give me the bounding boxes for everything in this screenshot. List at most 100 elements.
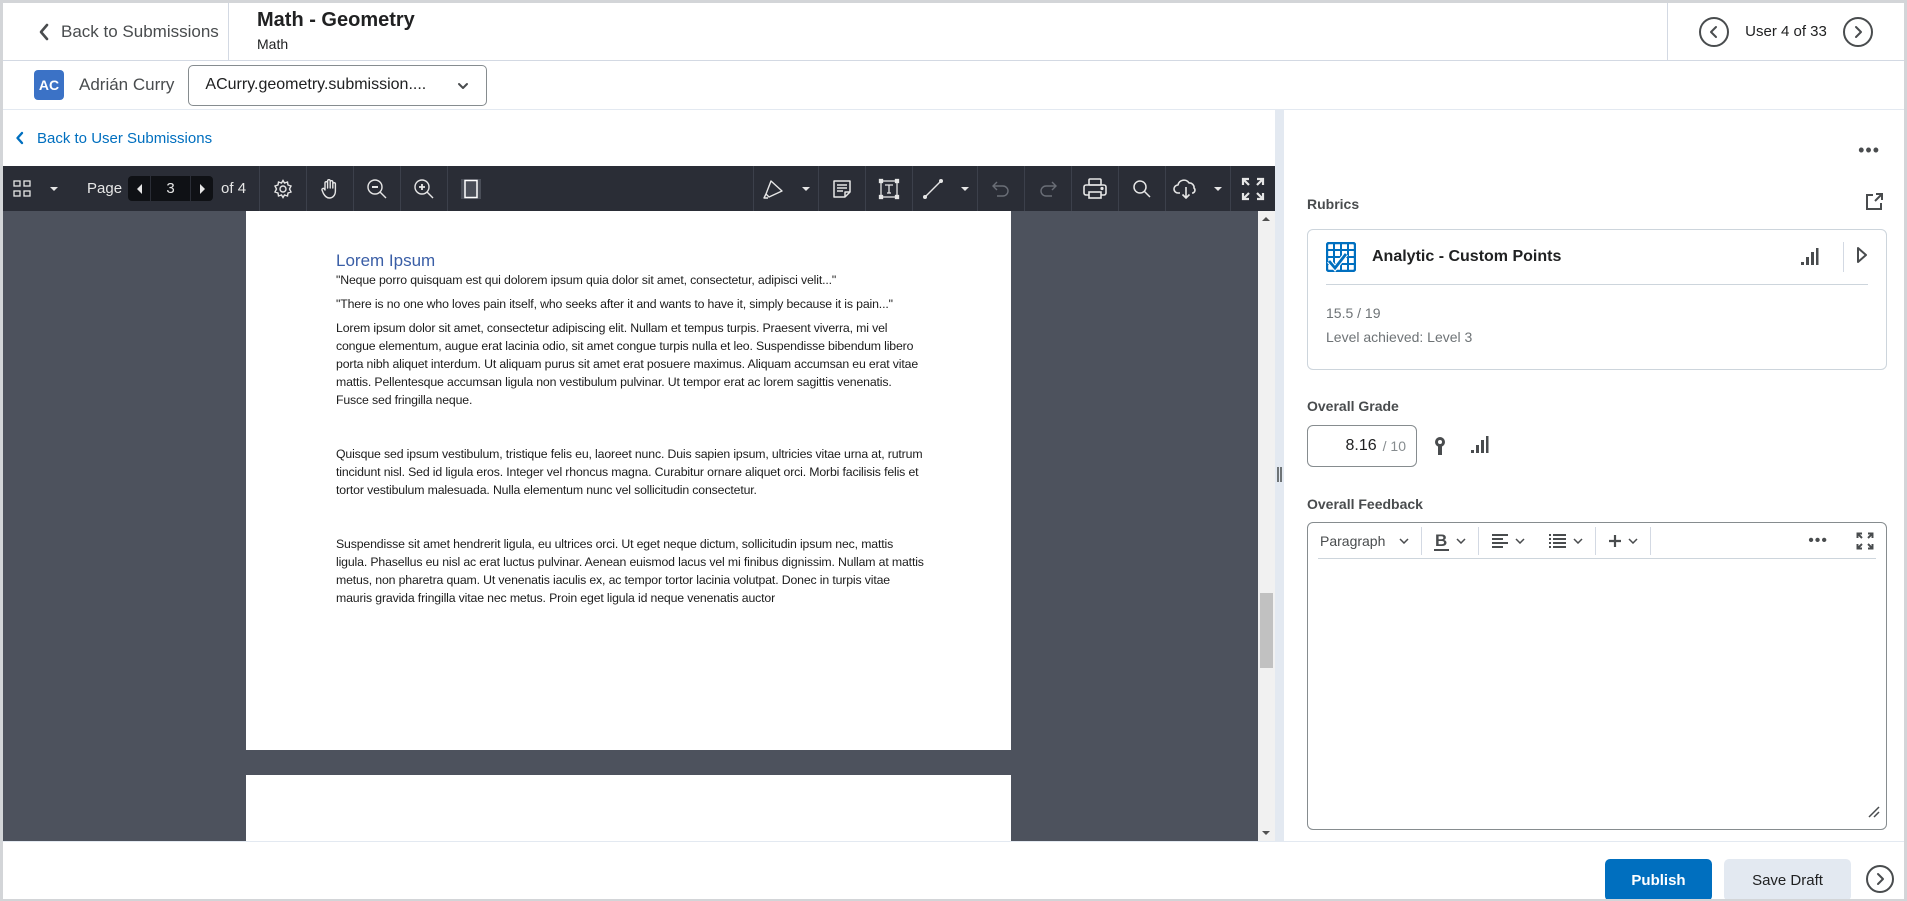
panel-resize-splitter[interactable] — [1275, 110, 1284, 841]
document-content: Lorem Ipsum "Neque porro quisquam est qu… — [336, 251, 926, 613]
undo-icon — [992, 181, 1009, 197]
previous-page-button[interactable] — [128, 176, 150, 201]
back-to-submissions-link[interactable]: Back to Submissions — [3, 3, 229, 61]
viewer-scrollbar[interactable] — [1258, 211, 1275, 841]
grade-statistics-button[interactable] — [1469, 436, 1489, 459]
editor-fullscreen-button[interactable] — [1850, 527, 1876, 555]
publish-button[interactable]: Publish — [1605, 859, 1712, 899]
page-navigator: 3 — [128, 176, 214, 201]
pan-tool-button[interactable] — [307, 166, 353, 211]
rubric-name: Analytic - Custom Points — [1372, 248, 1562, 265]
next-student-button[interactable] — [1866, 865, 1894, 893]
next-page-button[interactable] — [191, 176, 213, 201]
print-icon — [1083, 177, 1107, 199]
resize-handle-icon[interactable] — [1868, 805, 1880, 823]
scrollbar-thumb[interactable] — [1260, 593, 1273, 668]
zoom-out-button[interactable] — [354, 166, 400, 211]
highlighter-button[interactable] — [754, 166, 794, 211]
splitter-grip-icon[interactable] — [1277, 467, 1282, 482]
grading-panel: ••• Rubrics Analytic - Custom Points 15.… — [1284, 110, 1904, 841]
next-user-button[interactable] — [1842, 16, 1873, 47]
popout-icon — [1866, 193, 1883, 210]
app-frame: Back to Submissions Math - Geometry Math… — [0, 0, 1907, 901]
caret-right-outline-icon — [1857, 246, 1867, 263]
line-icon — [923, 178, 943, 199]
print-button[interactable] — [1072, 166, 1118, 211]
rubric-statistics-button[interactable] — [1789, 248, 1829, 266]
rubric-expand-button[interactable] — [1856, 246, 1868, 269]
search-button[interactable] — [1119, 166, 1165, 211]
save-draft-button[interactable]: Save Draft — [1724, 859, 1851, 899]
download-button[interactable] — [1166, 166, 1206, 211]
fullscreen-icon — [1856, 532, 1874, 549]
course-subtitle: Math — [257, 36, 289, 52]
back-to-submissions-label: Back to Submissions — [61, 22, 219, 41]
dropdown-caret-icon — [802, 186, 810, 191]
zoom-in-button[interactable] — [401, 166, 447, 211]
more-options-button[interactable]: ••• — [1858, 140, 1880, 161]
scroll-down-arrow-icon[interactable] — [1262, 831, 1270, 835]
page-number-input[interactable]: 3 — [150, 176, 192, 201]
dropdown-caret-icon — [1214, 186, 1222, 191]
grade-scheme-button[interactable] — [1433, 436, 1447, 461]
align-button[interactable] — [1479, 527, 1537, 555]
bold-icon: B — [1434, 531, 1450, 551]
insert-button[interactable] — [1596, 527, 1650, 555]
chevron-left-icon — [1710, 25, 1718, 38]
document-viewer[interactable]: Lorem Ipsum "Neque porro quisquam est qu… — [3, 211, 1258, 841]
rubrics-label: Rubrics — [1307, 196, 1360, 212]
text-box-button[interactable] — [866, 166, 912, 211]
note-button[interactable] — [819, 166, 865, 211]
chevron-down-icon — [1399, 537, 1409, 544]
thumbnails-icon — [13, 179, 31, 197]
svg-text:B: B — [1435, 531, 1447, 550]
thumbnails-button[interactable] — [3, 166, 41, 211]
document-paragraph: Lorem ipsum dolor sit amet, consectetur … — [336, 321, 919, 407]
paragraph-format-value: Paragraph — [1320, 532, 1386, 549]
chevron-down-icon — [1515, 537, 1525, 544]
popout-rubrics-button[interactable] — [1864, 192, 1884, 217]
rubric-header: Analytic - Custom Points — [1326, 230, 1868, 285]
pdf-page: Lorem Ipsum "Neque porro quisquam est qu… — [246, 211, 1011, 750]
user-row: AC Adrián Curry ACurry.geometry.submissi… — [3, 61, 1904, 110]
settings-button[interactable] — [260, 166, 306, 211]
fullscreen-button[interactable] — [1231, 166, 1275, 211]
chevron-right-icon — [1854, 25, 1862, 38]
search-icon — [1133, 179, 1151, 198]
list-button[interactable] — [1537, 527, 1595, 555]
thumbnails-menu-button[interactable] — [41, 166, 67, 211]
page-view-icon — [461, 178, 482, 199]
feedback-text-area[interactable] — [1320, 567, 1874, 809]
previous-user-button[interactable] — [1699, 16, 1730, 47]
document-paragraph: "There is no one who loves pain itself, … — [336, 297, 893, 311]
download-menu-button[interactable] — [1206, 166, 1230, 211]
rubric-header-divider — [1843, 242, 1844, 272]
statistics-bars-icon — [1801, 248, 1819, 265]
user-position-text: User 4 of 33 — [1745, 23, 1827, 40]
zoom-out-icon — [367, 178, 387, 198]
undo-button[interactable] — [978, 166, 1024, 211]
editor-toolbar-divider — [1650, 526, 1652, 555]
page-view-button[interactable] — [448, 166, 494, 211]
overall-grade-input[interactable]: 8.16 / 10 — [1307, 425, 1417, 467]
scroll-up-arrow-icon[interactable] — [1262, 217, 1270, 221]
chevron-down-icon — [1456, 537, 1466, 544]
back-to-user-submissions-label: Back to User Submissions — [37, 129, 213, 147]
submission-file-select[interactable]: ACurry.geometry.submission.... — [188, 64, 488, 106]
redo-icon — [1040, 181, 1057, 197]
rubric-level: Level achieved: Level 3 — [1326, 329, 1473, 345]
line-tool-button[interactable] — [913, 166, 953, 211]
bold-button[interactable]: B — [1422, 527, 1478, 555]
chevron-left-icon — [39, 23, 49, 41]
line-tool-menu-button[interactable] — [953, 166, 977, 211]
caret-right-icon — [199, 183, 205, 194]
document-heading: Lorem Ipsum — [336, 251, 436, 270]
text-box-icon — [878, 178, 900, 199]
editor-more-button[interactable]: ••• — [1796, 527, 1840, 555]
back-to-user-submissions-link[interactable]: Back to User Submissions — [3, 110, 1275, 166]
user-navigation: User 4 of 33 — [1667, 3, 1904, 60]
highlighter-menu-button[interactable] — [794, 166, 818, 211]
redo-button[interactable] — [1025, 166, 1071, 211]
paragraph-format-select[interactable]: Paragraph — [1318, 527, 1421, 555]
chevron-down-icon — [1573, 537, 1583, 544]
